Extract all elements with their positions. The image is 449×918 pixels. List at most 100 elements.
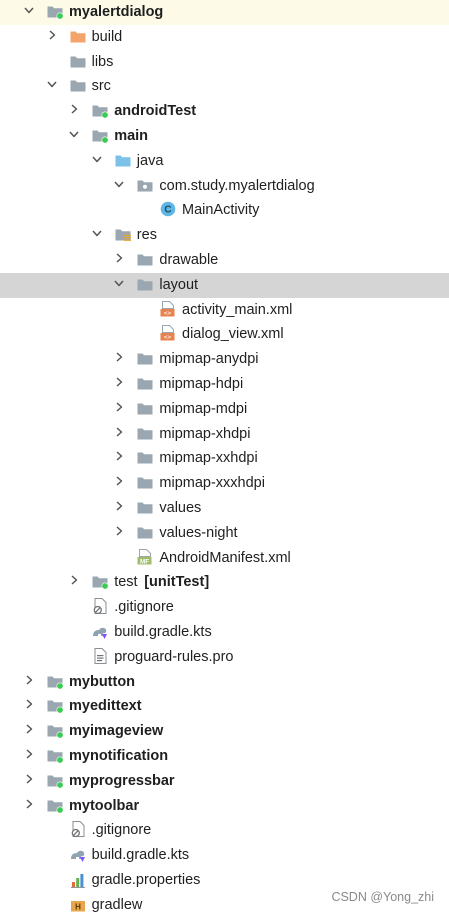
java-source-folder-icon [114,151,132,169]
tree-item-label: .gitignore [91,822,152,839]
tree-item-layout[interactable]: layout [0,272,449,298]
tree-item-dialog-view-xml[interactable]: <> dialog_view.xml [0,322,449,347]
tree-item-mipmap-anydpi[interactable]: mipmap-anydpi [0,347,449,372]
tree-item-androidtest[interactable]: androidTest [0,99,449,124]
tree-item-mipmap-hdpi[interactable]: mipmap-hdpi [0,372,449,397]
tree-item-activity-main-xml[interactable]: <> activity_main.xml [0,298,449,323]
chevron-right-icon[interactable] [22,697,36,711]
tree-item-mipmap-xxxhdpi[interactable]: mipmap-xxxhdpi [0,471,449,496]
chevron-right-icon[interactable] [22,722,36,736]
tree-item-label: mybutton [69,673,136,690]
tree-item-build-gradle-kts[interactable]: build.gradle.kts [0,843,449,868]
tree-item-src[interactable]: src [0,74,449,99]
tree-item-mipmap-xhdpi[interactable]: mipmap-xhdpi [0,422,449,447]
tree-item-drawable[interactable]: drawable [0,248,449,273]
tree-item-values[interactable]: values [0,496,449,521]
chevron-right-icon[interactable] [112,449,126,463]
tree-item-label: MainActivity [182,202,260,219]
tree-item-mipmap-xxhdpi[interactable]: mipmap-xxhdpi [0,446,449,471]
folder-icon [69,76,87,94]
chevron-right-icon[interactable] [112,350,126,364]
module-folder-icon [46,721,64,739]
chevron-down-icon[interactable] [22,3,36,17]
chevron-right-icon[interactable] [112,474,126,488]
tree-item-myprogressbar[interactable]: myprogressbar [0,769,449,794]
tree-item-androidmanifest-xml[interactable]: MF AndroidManifest.xml [0,546,449,571]
tree-item-mytoolbar[interactable]: mytoolbar [0,794,449,819]
folder-icon [136,448,154,466]
module-folder-icon [46,746,64,764]
kotlin-class-icon: C [159,200,177,218]
chevron-down-icon[interactable] [112,276,126,290]
chevron-down-icon[interactable] [45,77,59,91]
chevron-right-icon[interactable] [112,425,126,439]
svg-text:H: H [75,902,81,911]
tree-item-label: proguard-rules.pro [114,648,234,665]
chevron-down-icon[interactable] [90,152,104,166]
svg-text:<>: <> [164,309,172,317]
chevron-right-icon[interactable] [45,28,59,42]
chevron-right-icon[interactable] [67,102,81,116]
tree-item-label: myalertdialog [69,4,164,20]
tree-item-label: values-night [159,524,238,541]
chevron-right-icon[interactable] [22,772,36,786]
tree-item-label: mipmap-anydpi [159,351,259,368]
tree-item-main[interactable]: main [0,124,449,149]
folder-icon [136,523,154,541]
tree-item-label: layout [159,276,199,293]
tree-item-libs[interactable]: libs [0,50,449,75]
tree-item-myalertdialog[interactable]: myalertdialog [0,0,449,25]
chevron-right-icon[interactable] [22,797,36,811]
gradle-kts-file-icon [69,845,87,863]
xml-file-icon: <> [159,300,177,318]
folder-icon [136,275,154,293]
shell-script-file-icon: H [69,895,87,913]
tree-item-mynotification[interactable]: mynotification [0,744,449,769]
chevron-right-icon[interactable] [112,524,126,538]
chevron-down-icon[interactable] [112,177,126,191]
tree-item-label: src [91,78,111,95]
folder-icon [136,349,154,367]
tree-item-label: androidTest [114,103,197,120]
tree-item-myimageview[interactable]: myimageview [0,719,449,744]
tree-item-build-gradle-kts[interactable]: build.gradle.kts [0,620,449,645]
project-tree: myalertdialog build libs src androidTest main… [0,0,449,913]
chevron-right-icon[interactable] [112,251,126,265]
tree-item-test[interactable]: test [unitTest] [0,570,449,595]
chevron-down-icon[interactable] [90,226,104,240]
chevron-right-icon[interactable] [112,375,126,389]
tree-item-mipmap-mdpi[interactable]: mipmap-mdpi [0,397,449,422]
tree-item-mainactivity[interactable]: C MainActivity [0,198,449,223]
tree-item-proguard-rules-pro[interactable]: proguard-rules.pro [0,645,449,670]
tree-item-values-night[interactable]: values-night [0,521,449,546]
build-folder-icon [69,27,87,45]
module-folder-icon [46,672,64,690]
tree-item-java[interactable]: java [0,149,449,174]
folder-icon [136,473,154,491]
folder-icon [136,374,154,392]
tree-item-build[interactable]: build [0,25,449,50]
tree-item-label: main [114,128,149,144]
tree-item-com-study-myalertdialog[interactable]: com.study.myalertdialog [0,174,449,199]
tree-item-label: dialog_view.xml [182,326,284,343]
tree-item-label: build.gradle.kts [114,624,212,640]
chevron-right-icon[interactable] [112,499,126,513]
tree-item-label: mynotification [69,748,169,764]
chevron-down-icon[interactable] [67,127,81,141]
tree-item-label: drawable [159,252,219,268]
tree-item-gitignore[interactable]: .gitignore [0,595,449,620]
svg-text:C: C [164,205,171,216]
chevron-right-icon[interactable] [22,673,36,687]
folder-icon [136,424,154,442]
tree-item-label: gradle.properties [91,872,201,888]
tree-item-res[interactable]: res [0,223,449,248]
chevron-right-icon[interactable] [67,573,81,587]
manifest-file-icon: MF [136,548,154,566]
tree-item-mybutton[interactable]: mybutton [0,670,449,695]
tree-item-gitignore[interactable]: .gitignore [0,818,449,843]
module-folder-icon [46,696,64,714]
chevron-right-icon[interactable] [112,400,126,414]
chevron-right-icon[interactable] [22,747,36,761]
tree-item-myedittext[interactable]: myedittext [0,694,449,719]
tree-item-label: mipmap-xxxhdpi [159,475,265,492]
